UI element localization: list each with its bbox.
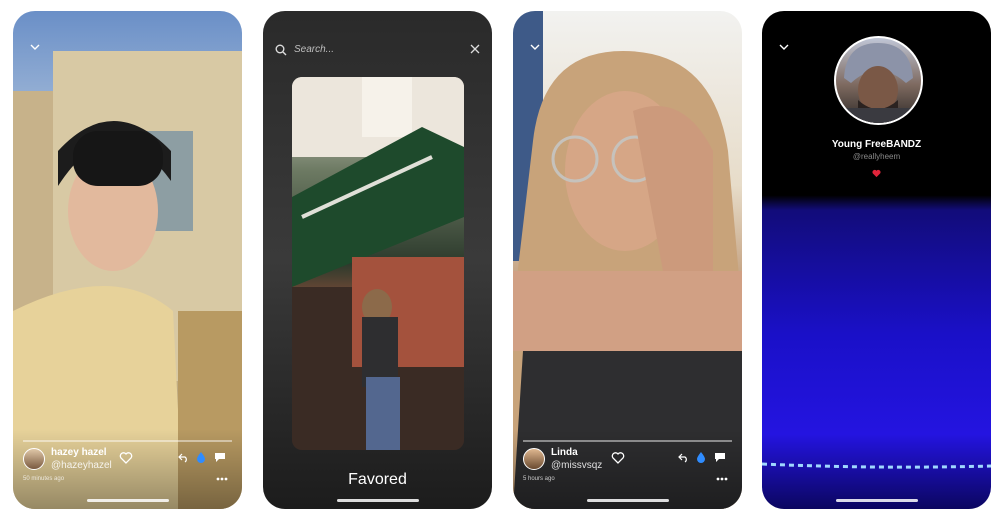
user-handle[interactable]: @hazeyhazel (51, 460, 112, 471)
heart-icon[interactable] (119, 451, 133, 464)
reply-icon[interactable] (678, 452, 689, 463)
username[interactable]: Linda (551, 447, 578, 458)
profile-screen: Young FreeBANDZ @reallyheem (762, 11, 991, 509)
profile-avatar[interactable] (834, 36, 923, 125)
more-icon[interactable] (216, 477, 228, 481)
username[interactable]: hazey hazel (51, 447, 107, 458)
comment-icon[interactable] (713, 451, 727, 463)
collection-caption: Favored (348, 471, 407, 488)
story-screen-1: hazey hazel @hazeyhazel 50 minutes ago (13, 11, 242, 509)
profile-photo (836, 43, 921, 123)
avatar[interactable] (23, 448, 45, 470)
avatar[interactable] (523, 448, 545, 470)
home-indicator (586, 499, 669, 502)
profile-name: Young FreeBANDZ (831, 139, 922, 150)
favorites-screen: Search... Favored (263, 11, 492, 509)
heart-icon[interactable] (872, 169, 881, 178)
home-indicator (336, 499, 419, 502)
chevron-down-icon[interactable] (778, 41, 790, 53)
drop-icon[interactable] (696, 451, 706, 463)
drop-icon[interactable] (196, 451, 206, 463)
reply-icon[interactable] (178, 452, 189, 463)
story-photo (292, 77, 464, 450)
progress-bar (23, 440, 232, 442)
profile-handle: @reallyheem (852, 152, 901, 161)
user-handle[interactable]: @missvsqz (551, 460, 602, 471)
search-input[interactable]: Search... (294, 44, 334, 55)
favorite-story-card[interactable] (292, 77, 464, 450)
timestamp: 5 hours ago (523, 476, 555, 482)
heart-icon[interactable] (611, 451, 625, 464)
story-screen-2: Linda @missvsqz 5 hours ago (513, 11, 742, 509)
search-bar[interactable]: Search... (275, 42, 480, 60)
home-indicator (86, 499, 169, 502)
comment-icon[interactable] (213, 451, 227, 463)
search-icon (275, 44, 287, 56)
home-indicator (835, 499, 918, 502)
progress-bar (523, 440, 732, 442)
led-strip (762, 462, 991, 469)
more-icon[interactable] (716, 477, 728, 481)
chevron-down-icon[interactable] (529, 41, 541, 53)
close-icon[interactable] (470, 44, 480, 54)
chevron-down-icon[interactable] (29, 41, 41, 53)
timestamp: 50 minutes ago (23, 476, 65, 482)
